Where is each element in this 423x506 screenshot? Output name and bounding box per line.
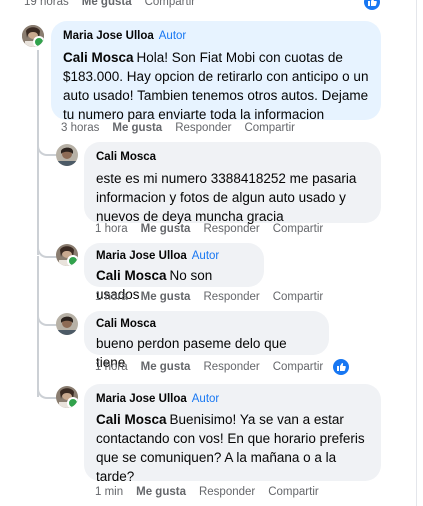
comment-time[interactable]: 1 hora <box>95 291 128 303</box>
share-button[interactable]: Compartir <box>273 361 323 373</box>
comment-line: auto usado! Tambien tenemos otros autos.… <box>63 88 369 103</box>
reply-button[interactable]: Responder <box>199 486 255 498</box>
comment-text: Cali Mosca Buenisimo! Ya se van a estar c… <box>96 410 369 486</box>
like-button[interactable]: Me gusta <box>136 486 186 498</box>
author-name[interactable]: Maria Jose Ulloa <box>96 250 187 262</box>
like-button[interactable]: Me gusta <box>141 291 191 303</box>
comment-bubble: Cali Mosca bueno perdon paseme delo que … <box>84 311 329 370</box>
comment-bubble: Maria Jose Ulloa Autor Cali Mosca No son u… <box>84 243 264 302</box>
mention-link[interactable]: Cali Mosca <box>63 50 134 65</box>
comment-text: este es mi numero 3388418252 me pasaria … <box>96 169 369 226</box>
like-button[interactable]: Me gusta <box>141 223 191 235</box>
reply-button[interactable]: Responder <box>203 291 259 303</box>
comment-line: $183.000. Hay opcion de retirarlo con an… <box>63 69 369 84</box>
avatar[interactable] <box>56 144 78 166</box>
comment-author-line: Maria Jose Ulloa Autor <box>96 249 252 264</box>
online-status-icon <box>67 397 78 408</box>
online-status-icon <box>33 36 44 47</box>
scroll-divider <box>416 0 417 506</box>
comment-actions: 1 min Me gusta Responder Compartir <box>95 486 332 498</box>
comment-time[interactable]: 1 hora <box>95 223 128 235</box>
reply-button[interactable]: Responder <box>203 223 259 235</box>
comment-line: tarde? <box>96 469 135 484</box>
comment-time: 19 horas <box>24 0 69 8</box>
share-button[interactable]: Compartir <box>273 223 323 235</box>
comment-time[interactable]: 1 min <box>95 486 123 498</box>
mention-link[interactable]: Cali Mosca <box>96 268 167 283</box>
comment-line: informacion y fotos de algun auto usado … <box>96 190 346 205</box>
comment-actions: 1 hora Me gusta Responder Compartir <box>95 291 336 303</box>
comment-line: Hola! Son Fiat Mobi con cuotas de <box>136 50 343 65</box>
comment-time[interactable]: 3 horas <box>61 122 99 134</box>
avatar[interactable] <box>22 25 44 47</box>
like-reaction-icon[interactable] <box>364 0 380 10</box>
comment-line: que se comuniquen? A la mañana o a la <box>96 450 337 465</box>
avatar[interactable] <box>56 244 78 266</box>
author-name[interactable]: Maria Jose Ulloa <box>96 393 187 405</box>
mention-link[interactable]: Cali Mosca <box>96 412 167 427</box>
comment-line: contactando con vos! En que horario pref… <box>96 431 365 446</box>
author-name[interactable]: Maria Jose Ulloa <box>63 30 154 42</box>
share-button[interactable]: Compartir <box>244 122 294 134</box>
comment-line: Buenisimo! Ya se van a estar <box>169 412 344 427</box>
comment-author-line: Cali Mosca <box>96 150 369 165</box>
comment-bubble: Cali Mosca este es mi numero 3388418252 … <box>84 142 381 226</box>
comment-time[interactable]: 1 hora <box>95 361 128 373</box>
previous-comment-actions: 19 horas Me gusta Compartir <box>24 0 208 8</box>
author-name[interactable]: Cali Mosca <box>96 318 156 330</box>
comment-line: tu numero para enviarte toda la informac… <box>63 107 325 122</box>
share-button[interactable]: Compartir <box>145 0 195 8</box>
comment-actions: 1 hora Me gusta Responder Compartir <box>95 223 336 235</box>
reply-button[interactable]: Responder <box>175 122 231 134</box>
author-name[interactable]: Cali Mosca <box>96 151 156 163</box>
comment-actions: 1 hora Me gusta Responder Compartir <box>95 361 336 373</box>
like-button[interactable]: Me gusta <box>141 361 191 373</box>
comment-actions: 3 horas Me gusta Responder Compartir <box>61 122 308 134</box>
author-badge: Autor <box>158 30 187 42</box>
avatar[interactable] <box>56 386 78 408</box>
online-status-icon <box>67 255 78 266</box>
share-button[interactable]: Compartir <box>273 291 323 303</box>
reply-button[interactable]: Responder <box>203 361 259 373</box>
comment-line: nuevos de deya muncha gracia <box>96 209 284 224</box>
author-badge: Autor <box>191 393 220 405</box>
comment-text: Cali Mosca Hola! Son Fiat Mobi con cuotas… <box>63 48 369 124</box>
comment-bubble: Maria Jose Ulloa Autor Cali Mosca Hola! So… <box>51 21 381 122</box>
share-button[interactable]: Compartir <box>268 486 318 498</box>
author-badge: Autor <box>191 250 220 262</box>
comment-author-line: Cali Mosca <box>96 317 317 332</box>
like-button[interactable]: Me gusta <box>82 0 132 8</box>
like-reaction-icon[interactable] <box>333 359 349 375</box>
comment-author-line: Maria Jose Ulloa Autor <box>96 392 369 407</box>
comment-bubble: Maria Jose Ulloa Autor Cali Mosca Buenisim… <box>84 384 381 484</box>
like-button[interactable]: Me gusta <box>112 122 162 134</box>
comment-line: este es mi numero 3388418252 me pasaria <box>96 171 357 186</box>
avatar[interactable] <box>56 313 78 335</box>
comment-author-line: Maria Jose Ulloa Autor <box>63 29 369 44</box>
